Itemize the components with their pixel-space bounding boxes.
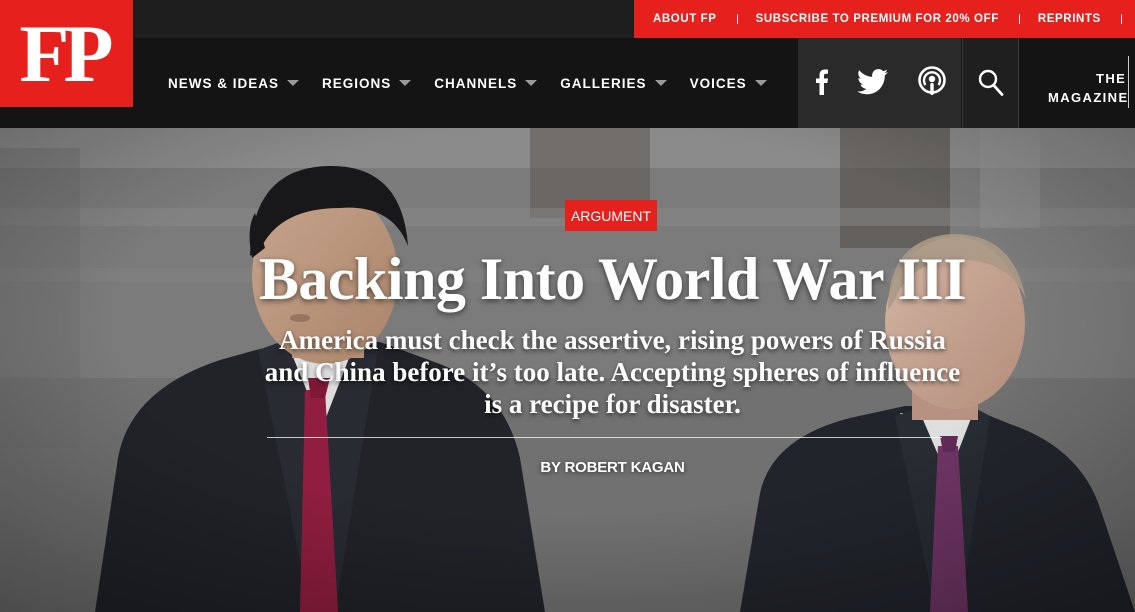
- search-icon: [978, 69, 1003, 96]
- utility-nav-truncated-link[interactable]: H: [1120, 13, 1135, 25]
- about-fp-link[interactable]: ABOUT FP: [634, 13, 737, 25]
- nav-item-label: VOICES: [689, 75, 747, 91]
- facebook-icon[interactable]: [814, 68, 830, 96]
- nav-item-label: CHANNELS: [434, 75, 518, 91]
- hero-feature: ARGUMENT Backing Into World War III Amer…: [0, 128, 1135, 612]
- main-nav: NEWS & IDEAS REGIONS CHANNELS GALLERIES …: [168, 38, 790, 128]
- nav-item-channels[interactable]: CHANNELS: [434, 75, 538, 91]
- chevron-down-icon: [654, 80, 667, 86]
- nav-item-voices[interactable]: VOICES: [690, 76, 767, 91]
- the-magazine-link[interactable]: THE MAGAZINE: [1018, 38, 1135, 128]
- chevron-down-icon: [525, 80, 538, 86]
- article-byline[interactable]: BY ROBERT KAGAN: [440, 459, 785, 476]
- reprints-link[interactable]: REPRINTS: [1018, 13, 1121, 25]
- hero-divider: [267, 437, 942, 438]
- magazine-label-line2: MAGAZINE: [1048, 90, 1129, 105]
- chevron-down-icon: [754, 80, 767, 86]
- nav-item-regions[interactable]: REGIONS: [322, 75, 412, 91]
- nav-item-label: GALLERIES: [560, 75, 647, 91]
- utility-nav: ABOUT FP SUBSCRIBE TO PREMIUM FOR 20% OF…: [634, 0, 1135, 38]
- nav-item-news-ideas[interactable]: NEWS & IDEAS: [168, 75, 300, 91]
- magazine-label-line1: THE: [1096, 71, 1127, 86]
- fp-logo[interactable]: FP: [0, 0, 133, 107]
- twitter-icon[interactable]: [856, 68, 888, 96]
- top-utility-bar: ABOUT FP SUBSCRIBE TO PREMIUM FOR 20% OF…: [0, 0, 1135, 38]
- subscribe-premium-link[interactable]: SUBSCRIBE TO PREMIUM FOR 20% OFF: [736, 13, 1019, 25]
- search-button[interactable]: [962, 38, 1018, 128]
- nav-item-galleries[interactable]: GALLERIES: [560, 75, 667, 91]
- podcast-icon[interactable]: [916, 66, 948, 98]
- fp-logo-text: FP: [19, 7, 113, 99]
- article-kicker-badge[interactable]: ARGUMENT: [565, 200, 657, 231]
- article-headline[interactable]: Backing Into World War III: [150, 241, 1075, 317]
- chevron-down-icon: [287, 80, 300, 86]
- nav-item-label: NEWS & IDEAS: [168, 75, 280, 91]
- social-links: [798, 38, 961, 128]
- nav-item-label: REGIONS: [322, 75, 392, 91]
- article-dek: America must check the assertive, rising…: [264, 325, 961, 419]
- chevron-down-icon: [399, 80, 412, 86]
- magazine-divider: [1128, 56, 1129, 108]
